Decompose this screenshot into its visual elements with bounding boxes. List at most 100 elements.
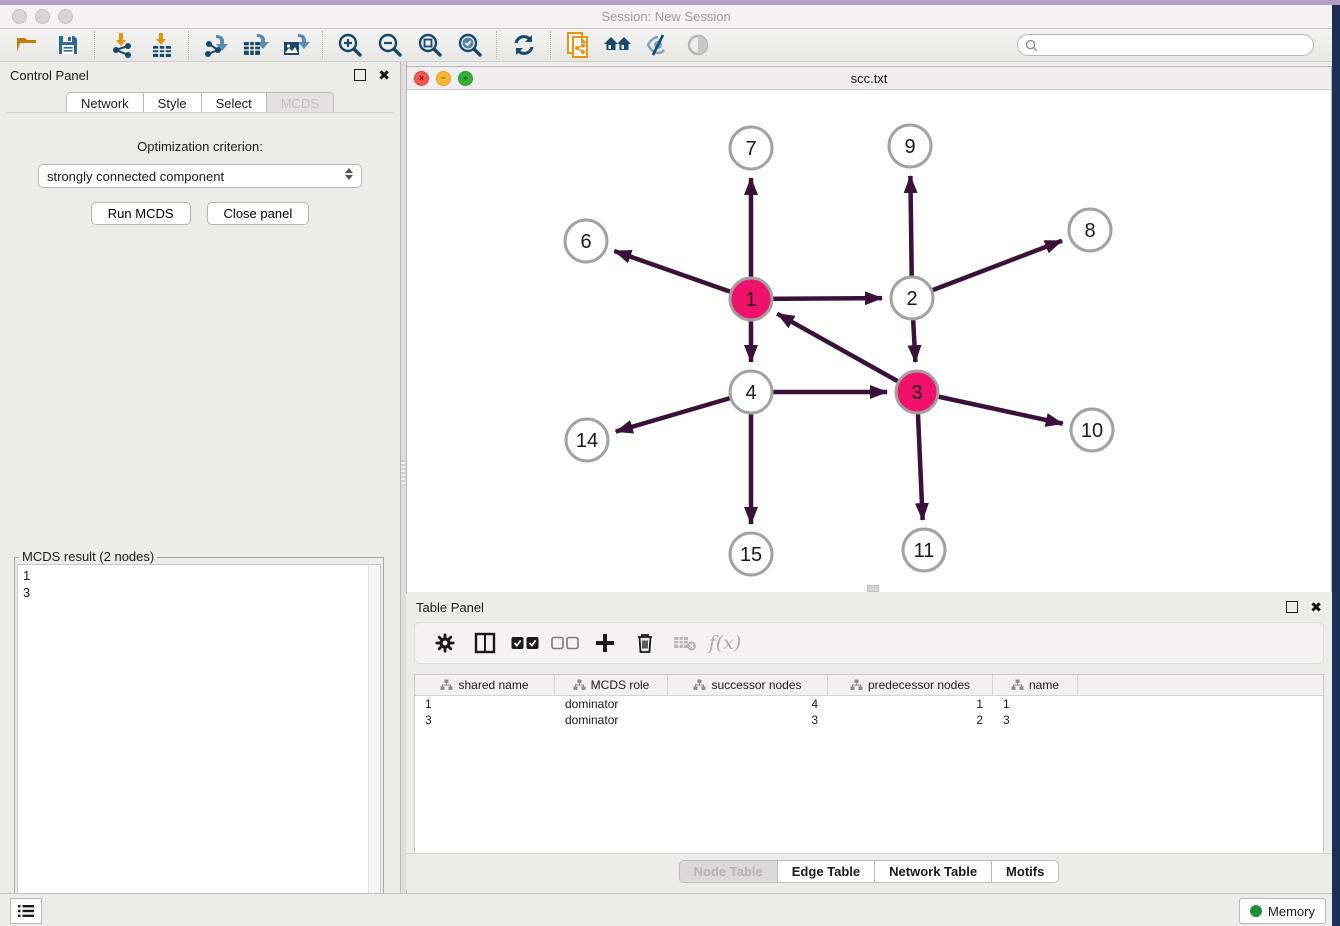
result-scrollbar[interactable]	[368, 565, 380, 926]
graph-node-label-8: 8	[1084, 220, 1095, 242]
settings-gear-icon[interactable]	[427, 627, 463, 659]
graph-node-label-3: 3	[911, 382, 922, 404]
home-layout-icon[interactable]	[598, 30, 638, 60]
toolbar-separator	[496, 31, 498, 59]
table-cell[interactable]: dominator	[555, 697, 668, 711]
network-canvas[interactable]: 7968124314101511	[407, 90, 1331, 592]
column-sort-icon	[693, 679, 706, 691]
node-table[interactable]: shared name MCDS role successor nodes prede…	[414, 674, 1324, 854]
add-column-icon[interactable]	[587, 627, 623, 659]
criterion-value: strongly connected component	[47, 169, 224, 184]
function-builder-icon[interactable]: f(x)	[707, 627, 743, 659]
close-table-panel-icon[interactable]: ✖	[1310, 599, 1322, 616]
toolbar-separator	[550, 31, 552, 59]
float-panel-icon[interactable]	[354, 69, 366, 81]
network-window-titlebar[interactable]: × − + scc.txt	[407, 67, 1331, 90]
column-header-label: MCDS role	[591, 678, 650, 692]
export-image-icon[interactable]	[276, 30, 316, 60]
tab-node-table[interactable]: Node Table	[679, 860, 777, 883]
table-header-row[interactable]: shared name MCDS role successor nodes prede…	[415, 675, 1323, 696]
zoom-in-icon[interactable]	[330, 30, 370, 60]
table-cell[interactable]: 1	[415, 697, 555, 711]
column-header-label: name	[1029, 678, 1059, 692]
column-layout-icon[interactable]	[467, 627, 503, 659]
export-table-icon[interactable]	[236, 30, 276, 60]
select-all-icon[interactable]	[507, 627, 543, 659]
tab-network-table[interactable]: Network Table	[874, 860, 991, 883]
table-body[interactable]: 1dominator4113dominator323	[415, 696, 1323, 728]
table-cell[interactable]: 2	[828, 713, 993, 727]
zoom-fit-icon[interactable]	[410, 30, 450, 60]
import-network-icon[interactable]	[102, 30, 142, 60]
close-panel-icon[interactable]: ✖	[378, 67, 390, 84]
mcds-result-groupbox: MCDS result (2 nodes) 1 3	[14, 557, 384, 926]
preview-icon[interactable]	[678, 30, 718, 60]
open-file-icon[interactable]	[8, 30, 48, 60]
optimization-criterion-label: Optimization criterion:	[7, 139, 393, 154]
table-cell[interactable]: dominator	[555, 713, 668, 727]
run-mcds-button[interactable]: Run MCDS	[91, 202, 191, 225]
column-header-name[interactable]: name	[993, 675, 1078, 695]
delete-column-icon[interactable]	[627, 627, 663, 659]
graph-node-label-7: 7	[745, 138, 756, 160]
mcds-result-text[interactable]: 1 3	[17, 564, 381, 926]
memory-button[interactable]: Memory	[1239, 898, 1326, 924]
tab-edge-table[interactable]: Edge Table	[777, 860, 874, 883]
graph-node-label-10: 10	[1081, 420, 1103, 442]
desktop-strip-right	[1332, 5, 1340, 926]
search-input[interactable]	[1043, 37, 1313, 53]
column-header-predecessor-nodes[interactable]: predecessor nodes	[828, 675, 993, 695]
window-title: Session: New Session	[0, 9, 1332, 24]
copy-network-icon[interactable]	[558, 30, 598, 60]
table-panel: Table Panel ✖	[406, 594, 1332, 890]
table-cell[interactable]: 3	[993, 713, 1078, 727]
column-header-shared-name[interactable]: shared name	[415, 675, 555, 695]
table-cell[interactable]: 1	[993, 697, 1078, 711]
criterion-dropdown[interactable]: strongly connected component	[38, 164, 362, 188]
edge-2-8[interactable]	[912, 241, 1062, 298]
export-network-icon[interactable]	[196, 30, 236, 60]
task-history-button[interactable]	[10, 898, 42, 924]
graph-node-label-9: 9	[904, 136, 915, 158]
toolbar-separator	[322, 31, 324, 59]
table-cell[interactable]: 3	[415, 713, 555, 727]
table-bottom-tabs: Node Table Edge Table Network Table Moti…	[406, 853, 1332, 888]
toolbar-separator	[188, 31, 190, 59]
deselect-all-icon[interactable]	[547, 627, 583, 659]
delete-table-icon[interactable]	[667, 627, 703, 659]
column-header-MCDS-role[interactable]: MCDS role	[555, 675, 668, 695]
window-titlebar[interactable]: Session: New Session	[0, 5, 1332, 29]
column-sort-icon	[573, 679, 586, 691]
graph-node-label-14: 14	[576, 430, 598, 452]
table-row[interactable]: 3dominator323	[415, 712, 1323, 728]
column-sort-icon	[440, 679, 453, 691]
column-header-successor-nodes[interactable]: successor nodes	[668, 675, 828, 695]
refresh-icon[interactable]	[504, 30, 544, 60]
column-sort-icon	[1011, 679, 1024, 691]
main-toolbar	[0, 29, 1332, 62]
toolbar-separator	[94, 31, 96, 59]
zoom-selected-icon[interactable]	[450, 30, 490, 60]
toolbar-search[interactable]	[1017, 34, 1314, 56]
close-panel-button[interactable]: Close panel	[207, 202, 310, 225]
column-header-label: shared name	[458, 678, 528, 692]
table-cell[interactable]: 3	[668, 713, 828, 727]
column-sort-icon	[850, 679, 863, 691]
zoom-out-icon[interactable]	[370, 30, 410, 60]
save-session-icon[interactable]	[48, 30, 88, 60]
float-table-panel-icon[interactable]	[1286, 601, 1298, 613]
import-table-icon[interactable]	[142, 30, 182, 60]
splitter-grip[interactable]	[401, 460, 405, 486]
table-cell[interactable]: 1	[828, 697, 993, 711]
graph-node-label-4: 4	[745, 382, 756, 404]
hide-details-icon[interactable]	[638, 30, 678, 60]
tab-motifs[interactable]: Motifs	[991, 860, 1059, 883]
network-graph[interactable]: 7968124314101511	[407, 90, 1331, 592]
canvas-scroll-grip[interactable]	[867, 585, 879, 592]
graph-node-label-11: 11	[914, 540, 935, 562]
edge-3-1[interactable]	[777, 314, 917, 392]
table-cell[interactable]: 4	[668, 697, 828, 711]
table-toolbar: f(x)	[414, 622, 1324, 664]
column-header-label: predecessor nodes	[868, 678, 970, 692]
table-row[interactable]: 1dominator411	[415, 696, 1323, 712]
